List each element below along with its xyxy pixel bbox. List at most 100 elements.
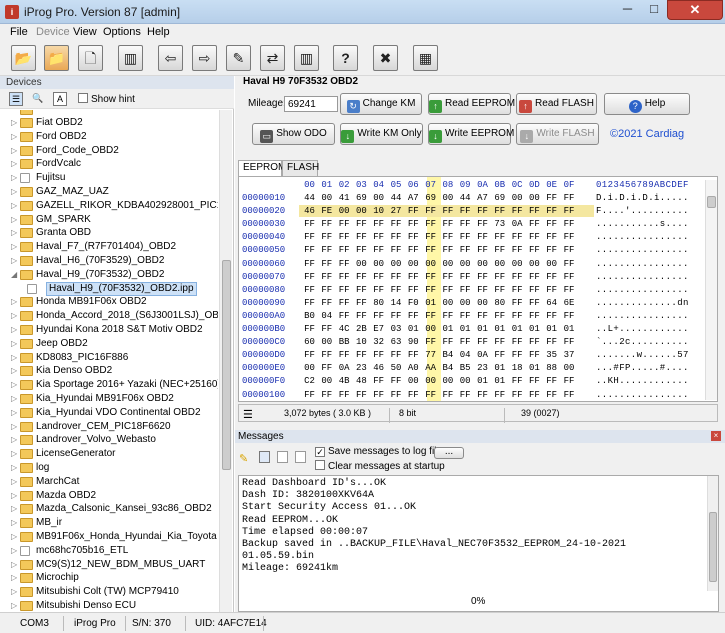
hex-byte[interactable]: FF: [336, 218, 353, 230]
hex-byte[interactable]: FF: [422, 244, 439, 256]
hex-byte[interactable]: FF: [526, 349, 543, 361]
hex-byte[interactable]: FF: [370, 231, 387, 243]
hex-byte[interactable]: FF: [543, 310, 560, 322]
hex-byte[interactable]: FF: [526, 389, 543, 401]
hex-byte[interactable]: FF: [561, 271, 578, 283]
hex-byte[interactable]: FF: [543, 389, 560, 401]
hex-byte[interactable]: FF: [509, 205, 526, 217]
hex-byte[interactable]: FF: [405, 244, 422, 256]
tree-item[interactable]: ▷ Kia Denso OBD2: [0, 364, 218, 378]
hex-byte[interactable]: FF: [318, 389, 335, 401]
hex-byte[interactable]: FF: [439, 231, 456, 243]
collapsed-arrow-icon[interactable]: ▷: [11, 213, 17, 227]
hex-byte[interactable]: FF: [509, 284, 526, 296]
hex-byte[interactable]: 0A: [509, 218, 526, 230]
tab-eeprom[interactable]: EEPROM: [238, 160, 286, 177]
hex-byte[interactable]: FF: [336, 310, 353, 322]
hex-byte[interactable]: FF: [561, 336, 578, 348]
collapsed-arrow-icon[interactable]: ▷: [11, 433, 17, 447]
hex-byte[interactable]: 00: [526, 192, 543, 204]
messages-scrollbar[interactable]: [707, 476, 718, 591]
hex-byte[interactable]: FF: [491, 389, 508, 401]
hex-byte[interactable]: FF: [439, 284, 456, 296]
hex-byte[interactable]: 01: [543, 323, 560, 335]
hex-row[interactable]: 000000B0 FF FF 4C 2B E7 03 01 00 01 01 01 01 01 01 01 01…: [239, 323, 709, 335]
arrow-left-icon[interactable]: ⇦: [158, 45, 183, 71]
hex-byte[interactable]: 01: [491, 375, 508, 387]
collapsed-arrow-icon[interactable]: ▷: [11, 447, 17, 461]
hex-byte[interactable]: FF: [388, 218, 405, 230]
hex-byte[interactable]: FF: [301, 389, 318, 401]
tree-scrollbar[interactable]: [219, 110, 232, 612]
hex-byte[interactable]: FF: [370, 375, 387, 387]
collapsed-arrow-icon[interactable]: ▷: [11, 323, 17, 337]
collapsed-arrow-icon[interactable]: ▷: [11, 185, 17, 199]
hex-byte[interactable]: 00: [318, 192, 335, 204]
tree-item[interactable]: ▷ mc68hc705b16_ETL: [0, 544, 218, 558]
hex-byte[interactable]: FF: [336, 284, 353, 296]
hex-row[interactable]: 00000020 46 FE 00 00 10 27 FF FF FF FF FF FF FF FF FF FF…: [239, 205, 709, 218]
hex-byte[interactable]: 00: [318, 336, 335, 348]
collapsed-arrow-icon[interactable]: ▷: [11, 157, 17, 171]
hex-byte[interactable]: 00: [474, 258, 491, 270]
close-icon[interactable]: ✖: [373, 45, 398, 71]
save-log-checkbox[interactable]: ✓ Save messages to log file: [315, 446, 442, 457]
hex-byte[interactable]: A0: [405, 362, 422, 374]
hex-byte[interactable]: FF: [509, 244, 526, 256]
hex-byte[interactable]: 60: [301, 336, 318, 348]
tree-item[interactable]: ▷ Kia_Hyundai VDO Continental OBD2: [0, 406, 218, 420]
hex-byte[interactable]: 41: [336, 192, 353, 204]
write-eeprom-button[interactable]: ↓ Write EEPROM: [428, 123, 514, 145]
hex-byte[interactable]: 00: [439, 375, 456, 387]
tree-item[interactable]: ▷Haval_H9_(70F3532)_OBD2.ipp: [0, 281, 218, 296]
hex-byte[interactable]: 00: [336, 205, 353, 217]
hex-byte[interactable]: 6E: [561, 297, 578, 309]
collapsed-arrow-icon[interactable]: ▷: [11, 585, 17, 599]
hex-byte[interactable]: A7: [474, 192, 491, 204]
menu-view[interactable]: View: [73, 26, 97, 38]
hex-byte[interactable]: FF: [336, 297, 353, 309]
collapsed-arrow-icon[interactable]: ▷: [11, 420, 17, 434]
hex-byte[interactable]: 00: [353, 258, 370, 270]
tree-view-icon[interactable]: ☰: [9, 92, 23, 106]
hex-byte[interactable]: FF: [491, 310, 508, 322]
hex-byte[interactable]: FF: [561, 284, 578, 296]
hex-byte[interactable]: FF: [388, 389, 405, 401]
collapsed-arrow-icon[interactable]: ▷: [11, 392, 17, 406]
hex-byte[interactable]: 44: [301, 192, 318, 204]
hex-byte[interactable]: 00: [526, 258, 543, 270]
hex-byte[interactable]: 69: [353, 192, 370, 204]
hex-row[interactable]: 00000060 FF FF FF 00 00 00 00 00 00 00 00 00 00 00 00 FF…: [239, 258, 709, 270]
hex-byte[interactable]: FF: [474, 310, 491, 322]
collapsed-arrow-icon[interactable]: ▷: [11, 378, 17, 392]
hex-byte[interactable]: FF: [353, 389, 370, 401]
hex-byte[interactable]: 0A: [336, 362, 353, 374]
hex-byte[interactable]: FF: [405, 389, 422, 401]
hex-byte[interactable]: 01: [491, 362, 508, 374]
tree-item[interactable]: ▷ Fiat OBD2: [0, 116, 218, 130]
hex-byte[interactable]: FF: [405, 218, 422, 230]
hex-byte[interactable]: 63: [388, 336, 405, 348]
collapsed-arrow-icon[interactable]: ▷: [11, 171, 17, 185]
hex-byte[interactable]: FF: [509, 310, 526, 322]
close-window-button[interactable]: ✕: [667, 0, 723, 20]
hex-byte[interactable]: FF: [422, 284, 439, 296]
hex-editor[interactable]: 00 01 02 03 04 05 06 07 08 09 0A 0B 0C 0D 0E 0F 01234567…: [238, 176, 718, 402]
browse-button[interactable]: ...: [434, 447, 464, 459]
page-icon[interactable]: [295, 451, 306, 463]
hex-byte[interactable]: FF: [405, 284, 422, 296]
hex-scroll-thumb[interactable]: [707, 196, 716, 208]
tree-item[interactable]: ◢ Haval_H9_(70F3532)_OBD2: [0, 268, 218, 282]
hex-byte[interactable]: 88: [543, 362, 560, 374]
hex-byte[interactable]: 01: [457, 323, 474, 335]
hex-byte[interactable]: FF: [336, 389, 353, 401]
hex-byte[interactable]: 01: [439, 323, 456, 335]
hex-byte[interactable]: 37: [561, 349, 578, 361]
tree-item[interactable]: ▷ Mitsubishi Colt (TW) MCP79410: [0, 585, 218, 599]
hex-row[interactable]: 00000050 FF FF FF FF FF FF FF FF FF FF FF FF FF FF FF FF…: [239, 244, 709, 256]
hex-byte[interactable]: B0: [301, 310, 318, 322]
hex-byte[interactable]: FF: [474, 271, 491, 283]
collapsed-arrow-icon[interactable]: ▷: [11, 571, 17, 585]
hex-byte[interactable]: 23: [353, 362, 370, 374]
write-flash-button[interactable]: ↓ Write FLASH: [516, 123, 599, 145]
